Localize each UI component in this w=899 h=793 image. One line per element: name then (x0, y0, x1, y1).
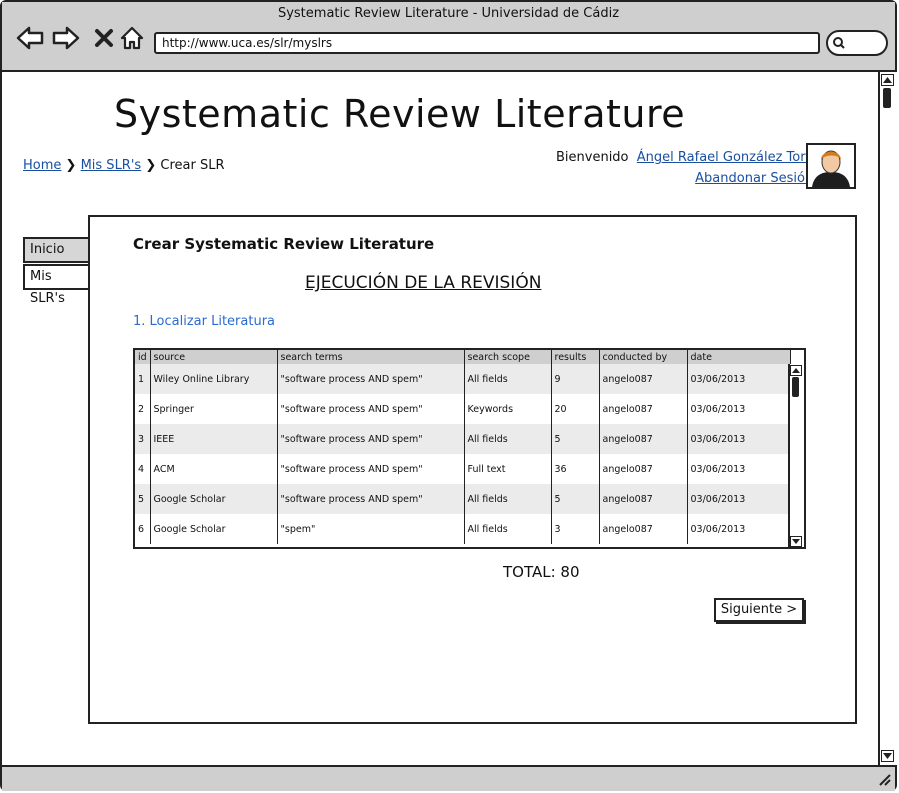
search-icon (833, 37, 845, 49)
table-cell: 6 (135, 514, 151, 544)
breadcrumb-current: Crear SLR (160, 158, 225, 173)
table-row[interactable]: 5 Google Scholar "software process AND s… (135, 484, 791, 514)
table-cell: All fields (464, 424, 552, 454)
chevron-right-icon: ❯ (65, 158, 77, 173)
table-row[interactable]: 2 Springer "software process AND spem" K… (135, 394, 791, 424)
table-row[interactable]: 4 ACM "software process AND spem" Full t… (135, 454, 791, 484)
chevron-right-icon: ❯ (145, 158, 157, 173)
tab-mis-slrs[interactable]: Mis SLR's (23, 264, 89, 306)
table-cell: All fields (464, 364, 552, 394)
table-cell: "software process AND spem" (277, 484, 465, 514)
table-cell: 1 (135, 364, 151, 394)
search-results-table: id source search terms search scope resu… (133, 348, 806, 549)
scroll-up-icon[interactable] (881, 74, 894, 86)
table-cell: 03/06/2013 (687, 424, 791, 454)
table-cell: All fields (464, 484, 552, 514)
table-row[interactable]: 6 Google Scholar "spem" All fields 3 ang… (135, 514, 791, 544)
table-cell: Wiley Online Library (150, 364, 278, 394)
section-title: EJECUCIÓN DE LA REVISIÓN (305, 273, 542, 293)
breadcrumb: Home ❯ Mis SLR's ❯ Crear SLR (23, 158, 224, 173)
welcome-text: Bienvenido (556, 150, 629, 165)
column-header[interactable]: results (551, 350, 600, 364)
table-cell: "software process AND spem" (277, 424, 465, 454)
table-cell: "software process AND spem" (277, 364, 465, 394)
table-cell: 9 (551, 364, 600, 394)
column-header[interactable]: conducted by (599, 350, 688, 364)
table-cell: 20 (551, 394, 600, 424)
table-cell: 3 (135, 424, 151, 454)
table-cell: "spem" (277, 514, 465, 544)
table-cell: angelo087 (599, 514, 688, 544)
table-scrollbar[interactable] (788, 364, 804, 547)
table-cell: Springer (150, 394, 278, 424)
table-cell: 5 (135, 484, 151, 514)
next-button[interactable]: Siguiente > (714, 598, 804, 622)
table-cell: 03/06/2013 (687, 484, 791, 514)
avatar (806, 143, 856, 189)
tab-inicio[interactable]: Inicio (23, 237, 89, 263)
column-header[interactable]: date (687, 350, 791, 364)
column-header[interactable]: source (150, 350, 278, 364)
table-cell: Google Scholar (150, 514, 278, 544)
table-row[interactable]: 3 IEEE "software process AND spem" All f… (135, 424, 791, 454)
table-cell: Full text (464, 454, 552, 484)
column-header[interactable]: search scope (464, 350, 552, 364)
breadcrumb-mis-slrs-link[interactable]: Mis SLR's (81, 158, 142, 173)
table-cell: angelo087 (599, 484, 688, 514)
table-cell: angelo087 (599, 364, 688, 394)
table-cell: angelo087 (599, 454, 688, 484)
table-cell: IEEE (150, 424, 278, 454)
scroll-up-icon[interactable] (790, 365, 802, 376)
table-cell: 4 (135, 454, 151, 484)
logout-link[interactable]: Abandonar Sesión (695, 171, 813, 186)
table-cell: 2 (135, 394, 151, 424)
browser-search-field[interactable] (826, 30, 888, 56)
table-cell: 03/06/2013 (687, 514, 791, 544)
column-header[interactable]: search terms (277, 350, 465, 364)
panel-title: Crear Systematic Review Literature (133, 235, 435, 253)
forward-icon[interactable] (52, 24, 80, 52)
home-icon[interactable] (118, 24, 146, 52)
table-cell: 03/06/2013 (687, 364, 791, 394)
close-icon[interactable] (90, 24, 118, 52)
scroll-down-icon[interactable] (881, 750, 894, 762)
page-scrollbar[interactable] (878, 72, 897, 765)
table-header-row: id source search terms search scope resu… (135, 350, 791, 364)
table-cell: angelo087 (599, 394, 688, 424)
address-bar[interactable]: http://www.uca.es/slr/myslrs (154, 32, 820, 54)
table-row[interactable]: 1 Wiley Online Library "software process… (135, 364, 791, 394)
scroll-thumb[interactable] (883, 88, 891, 108)
user-name-link[interactable]: Ángel Rafael González Toro (637, 150, 813, 165)
table-cell: 36 (551, 454, 600, 484)
total-results: TOTAL: 80 (503, 563, 580, 581)
scroll-down-icon[interactable] (790, 536, 802, 547)
table-cell: "software process AND spem" (277, 454, 465, 484)
table-cell: Keywords (464, 394, 552, 424)
table-cell: "software process AND spem" (277, 394, 465, 424)
table-cell: Google Scholar (150, 484, 278, 514)
table-cell: 03/06/2013 (687, 454, 791, 484)
window-title: Systematic Review Literature - Universid… (277, 6, 620, 21)
table-cell: ACM (150, 454, 278, 484)
scroll-thumb[interactable] (792, 377, 799, 397)
status-bar (2, 765, 895, 791)
column-header[interactable]: id (135, 350, 151, 364)
table-cell: 03/06/2013 (687, 394, 791, 424)
breadcrumb-home-link[interactable]: Home (23, 158, 61, 173)
table-cell: 3 (551, 514, 600, 544)
table-cell: angelo087 (599, 424, 688, 454)
table-cell: All fields (464, 514, 552, 544)
page-title: Systematic Review Literature (114, 92, 686, 136)
table-cell: 5 (551, 484, 600, 514)
user-avatar-icon (808, 145, 854, 187)
browser-toolbar: Systematic Review Literature - Universid… (2, 2, 895, 72)
step-localizar-literatura[interactable]: 1. Localizar Literatura (133, 314, 275, 329)
table-cell: 5 (551, 424, 600, 454)
back-icon[interactable] (16, 24, 44, 52)
user-info: Bienvenido Ángel Rafael González Toro Ab… (556, 150, 813, 186)
resize-grip-icon[interactable] (877, 772, 891, 786)
